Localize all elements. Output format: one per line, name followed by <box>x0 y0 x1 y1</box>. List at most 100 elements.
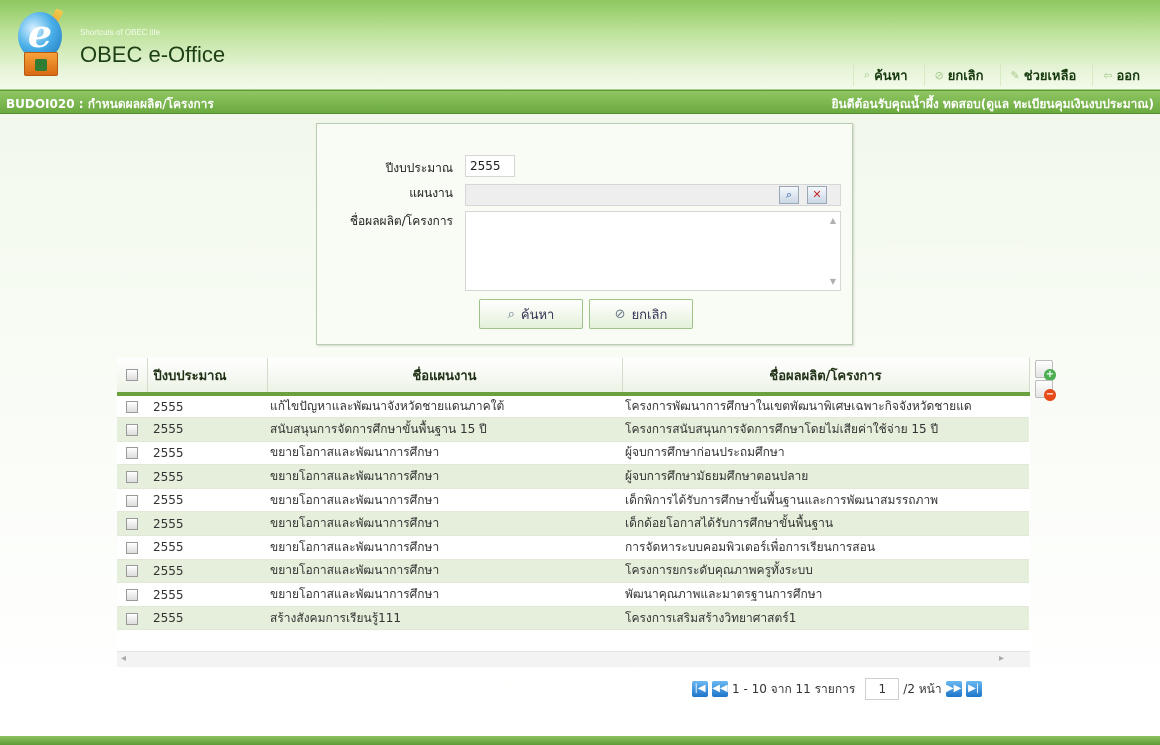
table-row[interactable]: 2555 ขยายโอกาสและพัฒนาการศึกษา โครงการยก… <box>117 559 1029 584</box>
results-table: ปีงบประมาณ ชื่อแผนงาน ชื่อผลผลิต/โครงการ… <box>117 358 1030 631</box>
row-actions: + − <box>1035 360 1057 401</box>
first-page-icon[interactable]: |◀ <box>692 681 708 697</box>
cell-project[interactable]: โครงการพัฒนาการศึกษาในเขตพัฒนาพิเศษเฉพาะ… <box>622 394 1029 419</box>
scroll-left-icon[interactable]: ◂ <box>121 653 126 664</box>
cell-year: 2555 <box>147 488 267 513</box>
cell-year: 2555 <box>147 464 267 489</box>
delete-row-icon[interactable]: − <box>1035 380 1056 401</box>
row-checkbox[interactable] <box>126 518 138 531</box>
select-all-header <box>117 358 148 396</box>
scroll-right-icon[interactable]: ▸ <box>999 653 1004 664</box>
cell-year: 2555 <box>147 441 267 466</box>
menu-search[interactable]: ⌕ ค้นหา <box>852 64 918 86</box>
table-row[interactable]: 2555 ขยายโอกาสและพัฒนาการศึกษา ผู้จบการศ… <box>117 464 1029 489</box>
page-number-input[interactable]: 1 <box>865 678 900 700</box>
search-icon: ⌕ <box>507 306 515 322</box>
row-checkbox[interactable] <box>126 541 138 554</box>
row-check-cell <box>117 511 147 537</box>
horizontal-scrollbar[interactable]: ◂ ▸ <box>117 651 1030 667</box>
search-icon: ⌕ <box>863 68 871 81</box>
welcome-text: ยินดีต้อนรับคุณน้ำผึ้ง ทดสอบ(ดูแล ทะเบีย… <box>831 97 1154 111</box>
header-year[interactable]: ปีงบประมาณ <box>147 358 268 396</box>
menu-exit-label: ออก <box>1116 68 1141 84</box>
select-all-checkbox[interactable] <box>125 369 138 381</box>
cell-plan: แก้ไขปัญหาและพัฒนาจังหวัดชายแดนภาคใต้ <box>267 394 622 419</box>
cell-year: 2555 <box>147 535 267 560</box>
cell-project[interactable]: การจัดหาระบบคอมพิวเตอร์เพื่อการเรียนการส… <box>622 535 1029 560</box>
obec-logo: e <box>18 8 70 76</box>
house-icon <box>24 52 58 76</box>
scroll-down-icon[interactable]: ▼ <box>830 277 836 286</box>
prev-page-icon[interactable]: ◀◀ <box>712 681 728 697</box>
cell-year: 2555 <box>147 606 267 631</box>
cell-plan: ขยายโอกาสและพัฒนาการศึกษา <box>267 511 622 537</box>
row-check-cell <box>117 582 147 607</box>
table-row[interactable]: 2555 สนับสนุนการจัดการศึกษาขั้นพื้นฐาน 1… <box>117 417 1029 442</box>
last-page-icon[interactable]: ▶| <box>965 681 982 697</box>
year-label: ปีงบประมาณ <box>385 161 453 175</box>
cell-plan: สร้างสังคมการเรียนรู้111 <box>267 606 622 631</box>
table-row[interactable]: 2555 แก้ไขปัญหาและพัฒนาจังหวัดชายแดนภาคใ… <box>117 394 1029 419</box>
row-check-cell <box>117 559 147 584</box>
cancel-button-label: ยกเลิก <box>631 307 668 323</box>
row-checkbox[interactable] <box>126 471 138 484</box>
menu-cancel-label: ยกเลิก <box>947 68 984 84</box>
row-check-cell <box>117 535 147 560</box>
lookup-icon[interactable]: ⌕ <box>779 186 799 204</box>
menu-exit[interactable]: ⇦ ออก <box>1092 64 1150 86</box>
header-project[interactable]: ชื่อผลผลิต/โครงการ <box>622 358 1030 396</box>
table-row[interactable]: 2555 สร้างสังคมการเรียนรู้111 โครงการเสร… <box>117 606 1029 631</box>
project-textarea[interactable]: ▲ ▼ <box>465 211 841 291</box>
search-button[interactable]: ⌕ ค้นหา <box>479 299 583 329</box>
footer-bar <box>0 736 1160 745</box>
scroll-up-icon[interactable]: ▲ <box>830 216 836 225</box>
menu-help[interactable]: ✎ ช่วยเหลือ <box>999 64 1087 86</box>
row-checkbox[interactable] <box>126 494 138 507</box>
menu-help-label: ช่วยเหลือ <box>1023 68 1077 84</box>
cell-plan: สนับสนุนการจัดการศึกษาขั้นพื้นฐาน 15 ปี <box>267 417 622 442</box>
cell-project[interactable]: โครงการสนับสนุนการจัดการศึกษาโดยไม่เสียค… <box>622 417 1029 442</box>
table-row[interactable]: 2555 ขยายโอกาสและพัฒนาการศึกษา การจัดหาร… <box>117 535 1029 560</box>
row-checkbox[interactable] <box>126 447 138 460</box>
row-checkbox[interactable] <box>126 612 138 625</box>
search-panel: ปีงบประมาณ 2555 แผนงาน ⌕ ✕ ชื่อผลผลิต/โค… <box>316 123 853 345</box>
cancel-button[interactable]: ⊘ ยกเลิก <box>589 299 693 329</box>
project-label: ชื่อผลผลิต/โครงการ <box>349 214 453 228</box>
row-checkbox[interactable] <box>126 589 138 602</box>
cell-project[interactable]: โครงการยกระดับคุณภาพครูทั้งระบบ <box>622 559 1029 584</box>
cell-project[interactable]: โครงการเสริมสร้างวิทยาศาสตร์1 <box>622 606 1029 631</box>
exit-icon: ⇦ <box>1103 68 1113 82</box>
row-check-cell <box>117 394 147 419</box>
results-grid: ปีงบประมาณ ชื่อแผนงาน ชื่อผลผลิต/โครงการ… <box>117 358 1030 650</box>
cell-project[interactable]: พัฒนาคุณภาพและมาตรฐานการศึกษา <box>622 582 1029 607</box>
brand-title: OBEC e-Office <box>80 42 226 67</box>
cell-plan: ขยายโอกาสและพัฒนาการศึกษา <box>267 559 622 584</box>
cell-year: 2555 <box>147 394 267 419</box>
clear-icon[interactable]: ✕ <box>807 186 827 204</box>
help-icon: ✎ <box>1010 68 1020 82</box>
cell-project[interactable]: เด็กด้อยโอกาสได้รับการศึกษาขั้นพื้นฐาน <box>622 511 1029 537</box>
row-check-cell <box>117 417 147 442</box>
table-row[interactable]: 2555 ขยายโอกาสและพัฒนาการศึกษา เด็กพิการ… <box>117 488 1029 513</box>
top-menu: ⌕ ค้นหา ⊘ ยกเลิก ✎ ช่วยเหลือ ⇦ ออก <box>852 64 1150 86</box>
add-row-icon[interactable]: + <box>1035 360 1056 381</box>
menu-cancel[interactable]: ⊘ ยกเลิก <box>923 64 994 86</box>
header-plan[interactable]: ชื่อแผนงาน <box>267 358 623 396</box>
table-row[interactable]: 2555 ขยายโอกาสและพัฒนาการศึกษา ผู้จบการศ… <box>117 441 1029 466</box>
table-row[interactable]: 2555 ขยายโอกาสและพัฒนาการศึกษา เด็กด้อยโ… <box>117 511 1029 537</box>
year-input[interactable]: 2555 <box>465 155 515 177</box>
cell-project[interactable]: เด็กพิการได้รับการศึกษาขั้นพื้นฐานและการ… <box>622 488 1029 513</box>
row-checkbox[interactable] <box>126 401 138 414</box>
cell-plan: ขยายโอกาสและพัฒนาการศึกษา <box>267 441 622 466</box>
cancel-icon: ⊘ <box>614 306 626 322</box>
pagination: |◀ ◀◀ 1 - 10 จาก 11 รายการ 1 /2 หน้า ▶▶ … <box>692 677 982 701</box>
table-row[interactable]: 2555 ขยายโอกาสและพัฒนาการศึกษา พัฒนาคุณภ… <box>117 582 1029 607</box>
row-checkbox[interactable] <box>126 565 138 578</box>
table-header-row: ปีงบประมาณ ชื่อแผนงาน ชื่อผลผลิต/โครงการ <box>117 358 1030 396</box>
cell-project[interactable]: ผู้จบการศึกษาก่อนประถมศึกษา <box>622 441 1029 466</box>
next-page-icon[interactable]: ▶▶ <box>945 681 962 697</box>
cell-project[interactable]: ผู้จบการศึกษามัธยมศึกษาตอนปลาย <box>622 464 1029 489</box>
row-checkbox[interactable] <box>126 423 138 436</box>
cell-year: 2555 <box>147 511 267 537</box>
title-bar: BUDOI020 : กำหนดผลผลิต/โครงการ ยินดีต้อน… <box>0 90 1160 114</box>
